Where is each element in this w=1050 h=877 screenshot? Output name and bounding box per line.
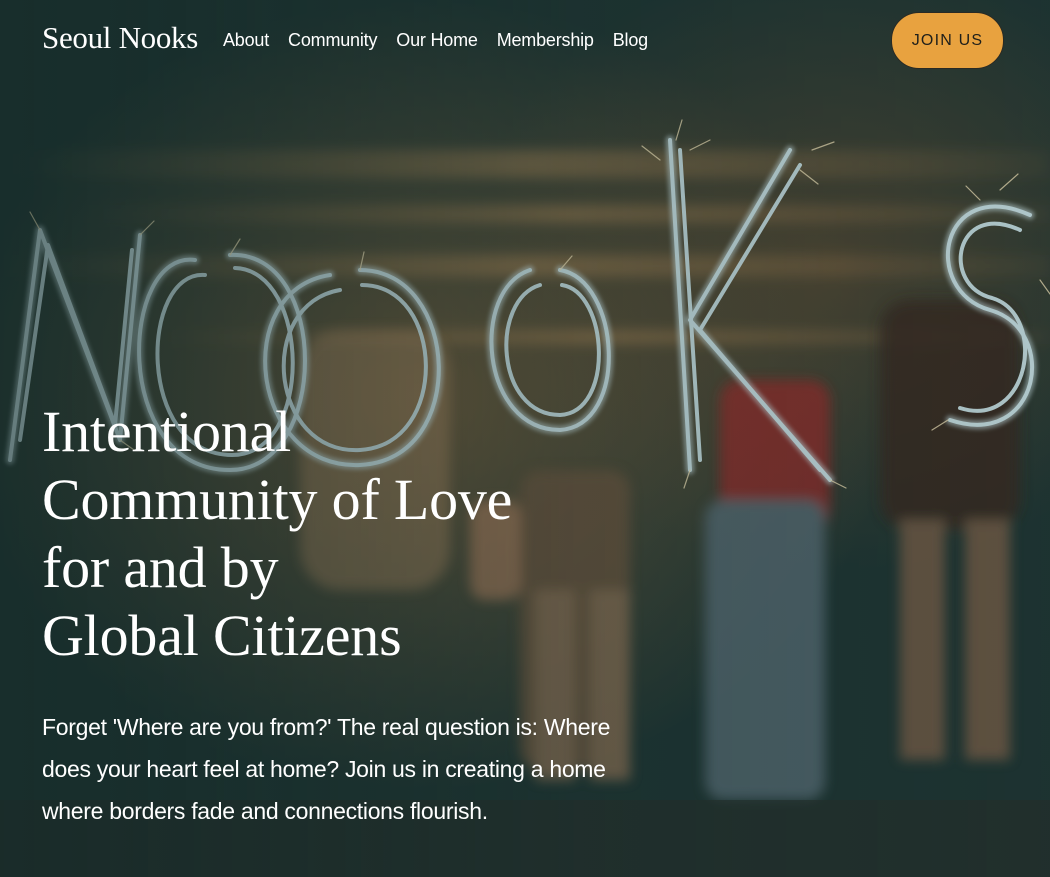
- join-us-button[interactable]: JOIN US: [891, 12, 1004, 69]
- hero-subtext: Forget 'Where are you from?' The real qu…: [42, 714, 611, 824]
- nav-link-community[interactable]: Community: [288, 30, 377, 51]
- nav-link-about[interactable]: About: [223, 30, 269, 51]
- hero-headline-line: Global Citizens: [42, 603, 402, 668]
- site-header: Seoul Nooks About Community Our Home Mem…: [0, 0, 1050, 82]
- main-nav: About Community Our Home Membership Blog: [223, 30, 667, 51]
- hero-headline: Intentional Community of Love for and by…: [42, 398, 562, 670]
- hero-headline-line: Intentional: [42, 399, 292, 464]
- nav-link-our-home[interactable]: Our Home: [396, 30, 478, 51]
- page: Seoul Nooks About Community Our Home Mem…: [0, 0, 1050, 877]
- hero-headline-line: for and by: [42, 535, 279, 600]
- hero-headline-line: Community of Love: [42, 467, 513, 532]
- site-logo[interactable]: Seoul Nooks: [42, 20, 198, 56]
- nav-link-blog[interactable]: Blog: [613, 30, 648, 51]
- nav-link-membership[interactable]: Membership: [497, 30, 594, 51]
